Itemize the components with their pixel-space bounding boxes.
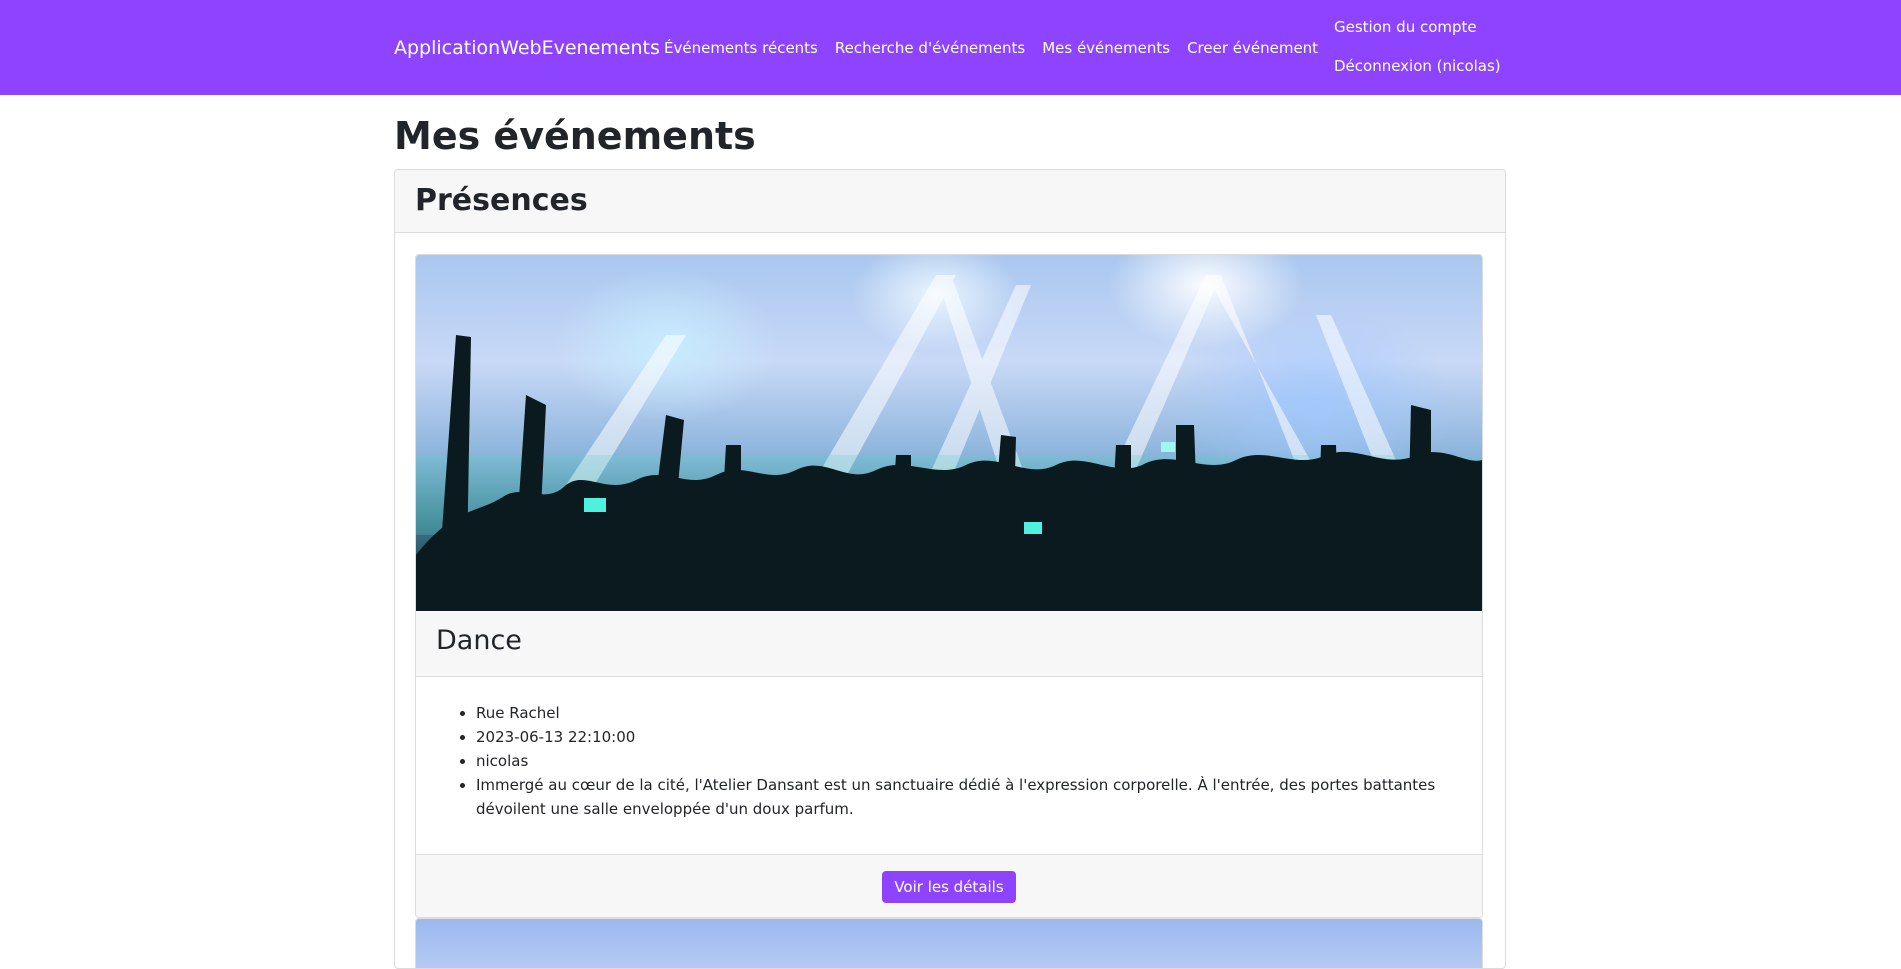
event-description: Immergé au cœur de la cité, l'Atelier Da… [476, 773, 1462, 821]
event-datetime: 2023-06-13 22:10:00 [476, 725, 1462, 749]
event-card-footer: Voir les détails [416, 854, 1482, 917]
view-details-button[interactable]: Voir les détails [882, 870, 1016, 903]
page-title: Mes événements [394, 114, 756, 158]
nav-link-account-management[interactable]: Gestion du compte [1334, 18, 1501, 36]
nav-link-my-events[interactable]: Mes événements [1042, 39, 1170, 57]
event-card-header: Dance [416, 611, 1482, 677]
nav-link-logout[interactable]: Déconnexion (nicolas) [1334, 57, 1501, 75]
event-card-body: Rue Rachel 2023-06-13 22:10:00 nicolas I… [416, 677, 1482, 854]
attendance-card: Présences Dance • Rue Rachel • 2023-06-1… [394, 169, 1506, 969]
event-card: Dance Rue Rachel 2023-06-13 22:10:00 nic… [415, 254, 1483, 918]
concert-crowd-image [416, 255, 1482, 611]
attendance-section-title: Présences [415, 183, 588, 218]
concert-crowd-illustration [416, 275, 1482, 611]
event-organizer: nicolas [476, 749, 1462, 773]
nav-link-recent-events[interactable]: Événements récents [664, 39, 818, 57]
event-details-list: Rue Rachel 2023-06-13 22:10:00 nicolas I… [476, 701, 1462, 821]
event-location: Rue Rachel [476, 701, 1462, 725]
nav-link-search-events[interactable]: Recherche d'événements [835, 39, 1025, 57]
event-title: Dance [436, 625, 522, 656]
navbar-account-links: Gestion du compte Déconnexion (nicolas) [1334, 18, 1501, 75]
event-card-next-partial [415, 918, 1483, 968]
attendance-card-header: Présences [395, 170, 1505, 233]
nav-link-create-event[interactable]: Creer événement [1187, 39, 1318, 57]
top-navbar: ApplicationWebEvenements Événements réce… [0, 0, 1901, 95]
brand-link[interactable]: ApplicationWebEvenements [394, 37, 660, 59]
navbar-container: ApplicationWebEvenements Événements réce… [394, 0, 1506, 95]
navbar-links: Événements récents Recherche d'événement… [664, 39, 1318, 57]
